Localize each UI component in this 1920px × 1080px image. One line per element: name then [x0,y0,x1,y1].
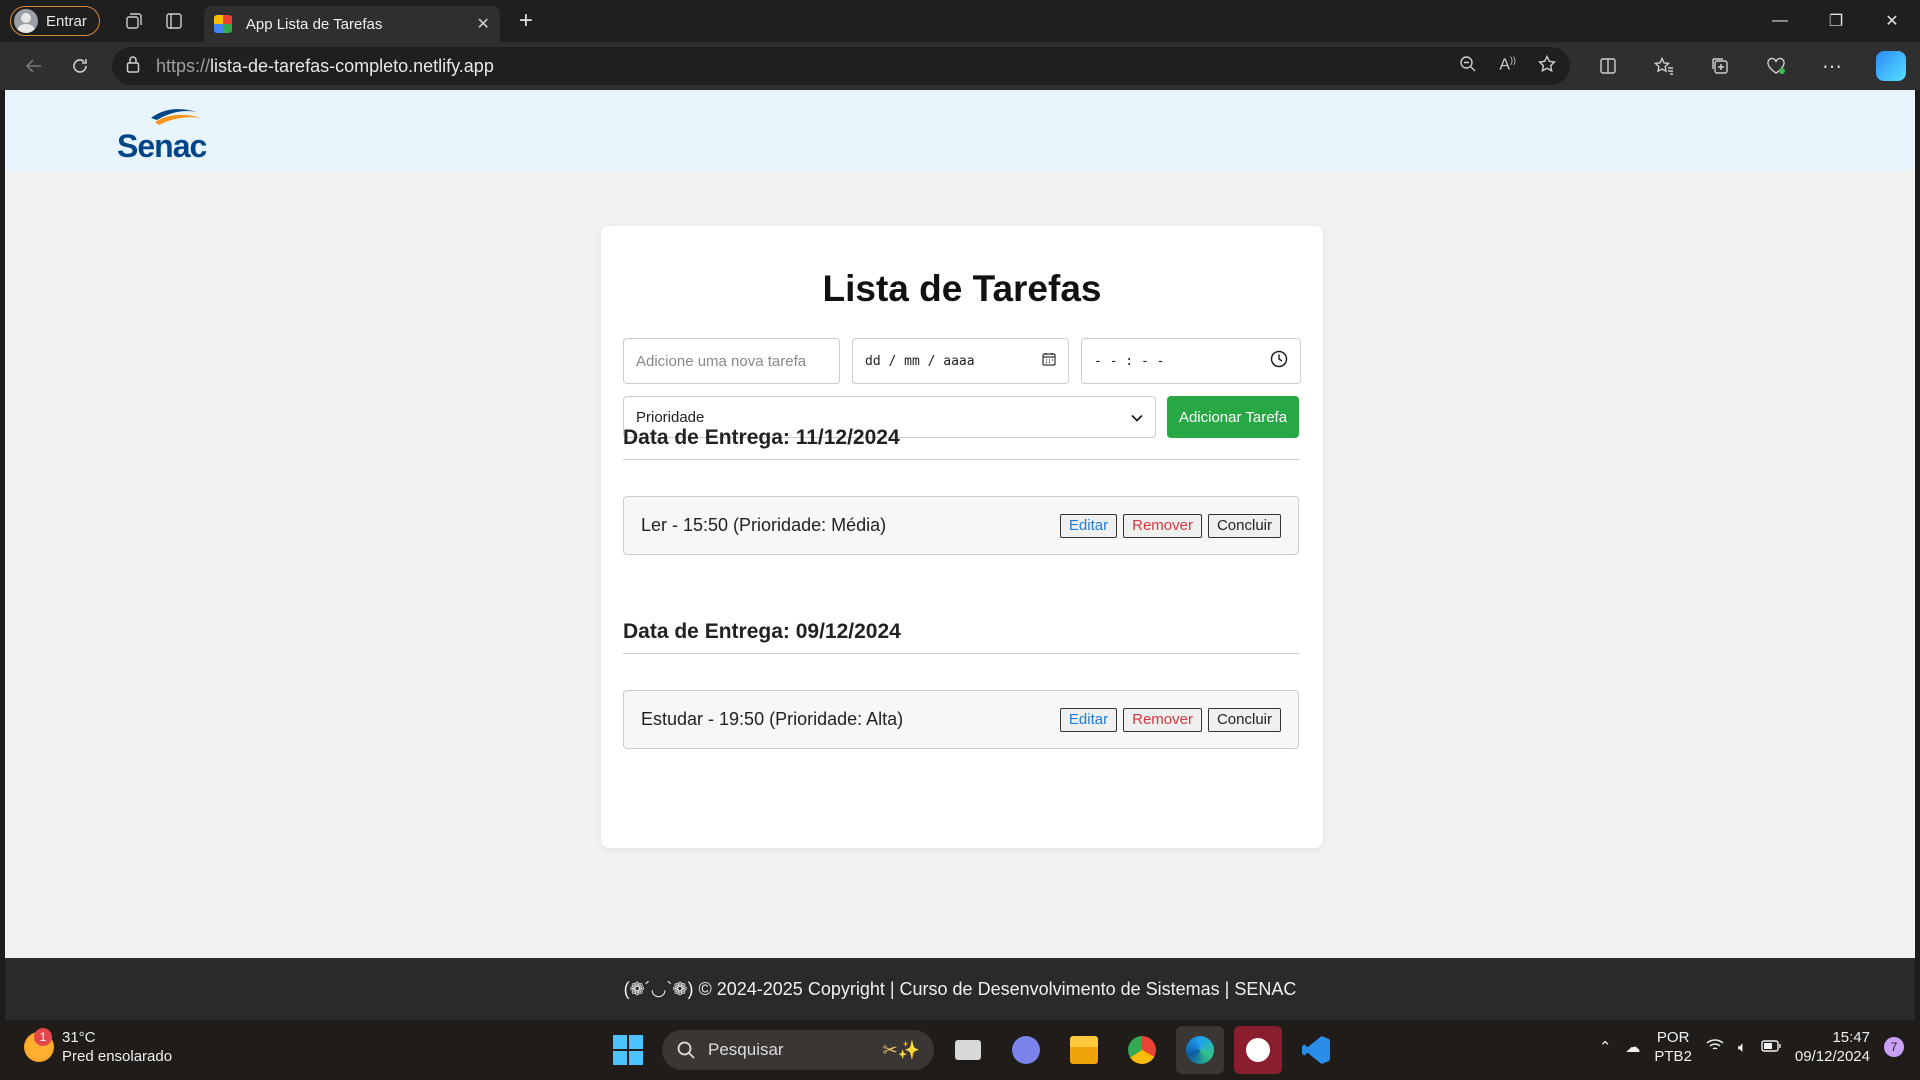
logo-text: Senac [117,128,207,164]
profile-avatar-icon [14,9,38,33]
edge-icon[interactable] [1176,1026,1224,1074]
window-controls: — ❐ ✕ [1752,0,1920,42]
profile-button[interactable]: Entrar [10,6,100,36]
volume-icon[interactable]: 🔈︎ [1738,1039,1747,1056]
collections-icon[interactable] [1698,48,1742,84]
task-input[interactable]: Adicione uma nova tarefa [623,338,840,384]
url-protocol: https:// [156,55,211,76]
priority-selected: Prioridade [636,408,705,426]
task-view-icon[interactable] [944,1026,992,1074]
browser-titlebar: Entrar App Lista de Tarefas ✕ + — ❐ ✕ [0,0,1920,42]
time-input-placeholder: - - : - - [1094,353,1165,369]
clock-time: 15:47 [1832,1029,1870,1046]
browser-essentials-icon[interactable] [1754,48,1798,84]
lock-icon[interactable] [126,55,140,78]
taskbar-search[interactable]: Pesquisar ✂✨ [662,1030,934,1070]
start-button[interactable] [604,1026,652,1074]
wifi-icon[interactable] [1706,1038,1724,1056]
search-icon [677,1041,695,1059]
teams-chat-icon[interactable] [1002,1026,1050,1074]
weather-badge: 1 [34,1028,52,1046]
group-heading: Data de Entrega: 11/12/2024 [623,426,1299,460]
tab-title: App Lista de Tarefas [245,15,383,33]
browser-toolbar: https:// lista-de-tarefas-completo.netli… [0,42,1920,90]
split-screen-icon[interactable] [1586,48,1630,84]
weather-desc: Pred ensolarado [62,1048,173,1065]
chrome-icon[interactable] [1118,1026,1166,1074]
show-hidden-icons-icon[interactable]: ⌃ [1599,1038,1612,1056]
time-input[interactable]: - - : - - [1081,338,1301,384]
favorites-icon[interactable] [1642,48,1686,84]
date-input[interactable]: dd / mm / aaaa [852,338,1069,384]
language-indicator[interactable]: POR PTB2 [1654,1028,1692,1066]
complete-button[interactable]: Concluir [1207,707,1281,732]
sun-icon: 1 [24,1028,54,1062]
restore-icon[interactable]: ❐ [1808,0,1864,42]
task-input-placeholder: Adicione uma nova tarefa [636,352,807,370]
site-header: Senac [5,90,1915,170]
weather-temp: 31°C [62,1029,96,1046]
calendar-icon[interactable] [1042,352,1056,370]
clock-date: 09/12/2024 [1794,1048,1870,1065]
task-row: Estudar - 19:50 (Prioridade: Alta) Edita… [623,690,1299,749]
remove-button[interactable]: Remover [1123,707,1202,732]
remove-button[interactable]: Remover [1123,513,1202,538]
edit-button[interactable]: Editar [1059,707,1118,732]
refresh-icon[interactable] [58,46,102,86]
lang-code: POR [1656,1029,1690,1046]
workspaces-icon[interactable] [114,1,154,41]
task-row: Ler - 15:50 (Prioridade: Média) Editar R… [623,496,1299,555]
more-options-icon[interactable]: ⋯ [1810,48,1854,84]
search-highlight-icon: ✂✨ [882,1039,921,1060]
clock[interactable]: 15:47 09/12/2024 [1795,1028,1870,1066]
file-explorer-icon[interactable] [1060,1026,1108,1074]
vscode-icon[interactable] [1292,1026,1340,1074]
senac-logo[interactable]: Senac [117,98,213,164]
taskbar: 1 31°C Pred ensolarado Pesquisar ✂✨ ⌃ ☁ … [0,1020,1920,1080]
onedrive-icon[interactable]: ☁ [1625,1038,1640,1056]
date-input-placeholder: dd / mm / aaaa [865,353,975,369]
page-viewport: Senac Lista de Tarefas Adicione uma nova… [5,90,1915,1020]
edit-button[interactable]: Editar [1059,513,1118,538]
windows-logo-icon [613,1035,627,1049]
tab-favicon-icon [213,15,232,33]
task-text: Ler - 15:50 (Prioridade: Média) [641,515,887,535]
zoom-out-icon[interactable] [1459,55,1477,78]
close-window-icon[interactable]: ✕ [1864,0,1920,42]
tab-actions-icon[interactable] [154,1,194,41]
tab-close-icon[interactable]: ✕ [476,14,489,34]
layout-code: PTB2 [1654,1048,1692,1065]
task-text: Estudar - 19:50 (Prioridade: Alta) [641,709,904,729]
footer-text: (❁´◡`❁) © 2024-2025 Copyright | Curso de… [623,978,1297,999]
complete-button[interactable]: Concluir [1207,513,1281,538]
address-bar[interactable]: https:// lista-de-tarefas-completo.netli… [112,47,1570,85]
favorite-star-icon[interactable] [1537,54,1557,78]
minimize-icon[interactable]: — [1752,0,1808,42]
todo-card: Lista de Tarefas Adicione uma nova taref… [601,226,1323,848]
chevron-down-icon [1131,409,1143,426]
site-footer: (❁´◡`❁) © 2024-2025 Copyright | Curso de… [5,958,1915,1020]
search-label: Pesquisar [708,1040,784,1059]
clock-icon[interactable] [1270,350,1288,372]
group-heading: Data de Entrega: 09/12/2024 [623,620,1299,654]
read-aloud-icon[interactable]: A)) [1499,55,1516,78]
profile-label: Entrar [46,12,87,30]
xbox-icon[interactable] [1234,1026,1282,1074]
copilot-icon[interactable] [1866,48,1910,84]
back-icon[interactable] [12,46,56,86]
battery-icon[interactable] [1761,1039,1781,1056]
browser-tab-active[interactable]: App Lista de Tarefas ✕ [203,6,500,42]
new-tab-icon[interactable]: + [506,1,546,41]
page-title: Lista de Tarefas [822,268,1102,309]
notification-badge[interactable]: 7 [1884,1037,1904,1057]
url-host: lista-de-tarefas-completo.netlify.app [210,55,494,76]
weather-widget[interactable]: 1 31°C Pred ensolarado [24,1028,172,1066]
